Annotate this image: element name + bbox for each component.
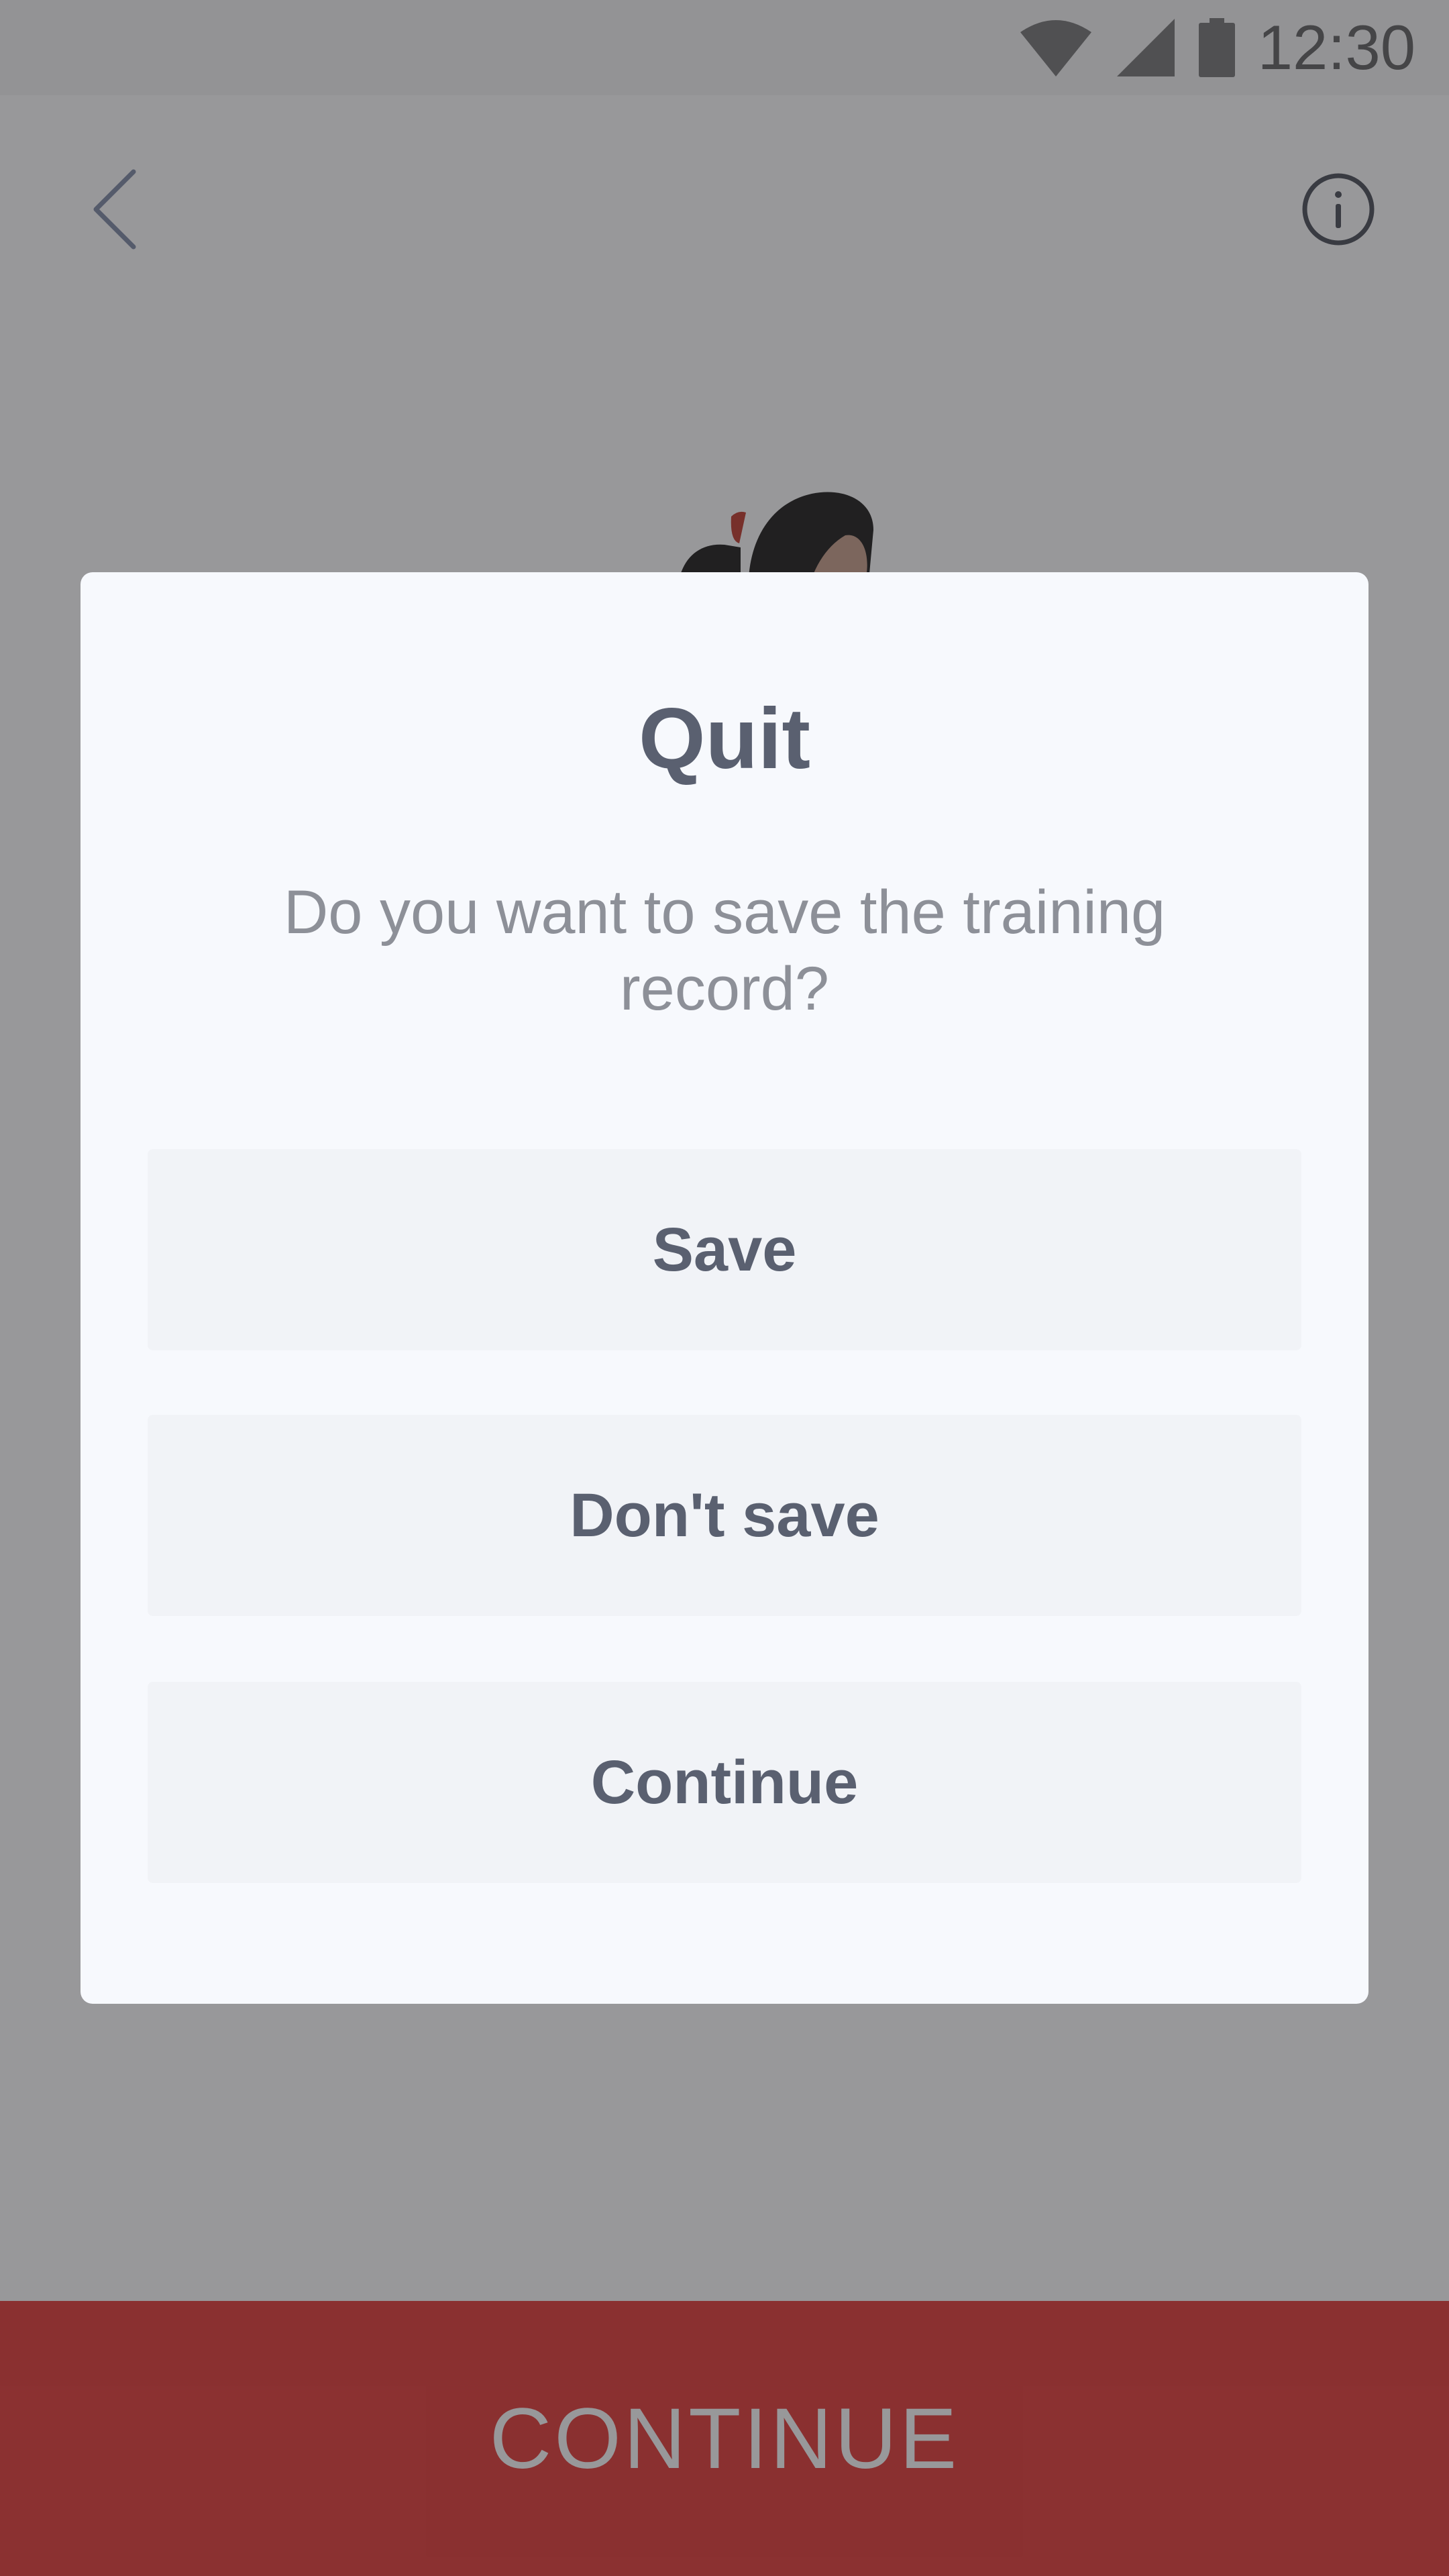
screen: 12:30 CONTINUE Quit Do you want to save … [0, 0, 1449, 2576]
dialog-message: Do you want to save the training record? [283, 878, 1166, 1023]
dialog-title: Quit [639, 691, 810, 787]
continue-button[interactable]: Continue [148, 1682, 1301, 1883]
dont-save-button[interactable]: Don't save [148, 1415, 1301, 1616]
save-button[interactable]: Save [148, 1149, 1301, 1350]
quit-dialog: Quit Do you want to save the training re… [80, 572, 1368, 2004]
